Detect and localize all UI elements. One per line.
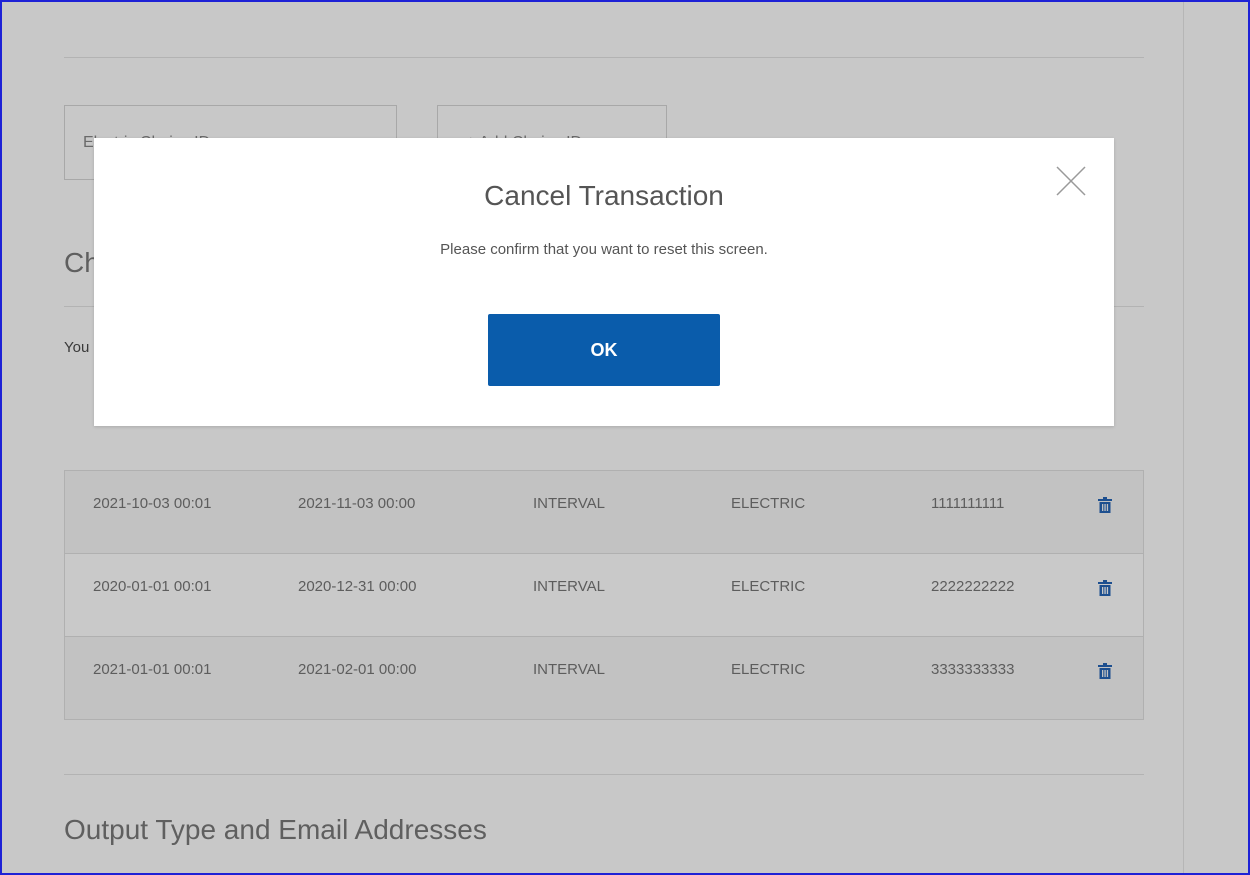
end-date-cell: 2020-12-31 00:00: [298, 578, 417, 595]
choice-ids-table: 2021-10-03 00:01 2021-11-03 00:00 INTERV…: [64, 470, 1144, 720]
choice-id-cell: 3333333333: [931, 661, 1015, 678]
choice-id-cell: 2222222222: [931, 578, 1015, 595]
output-section-title: Output Type and Email Addresses: [64, 814, 487, 845]
table-row: 2021-10-03 00:01 2021-11-03 00:00 INTERV…: [65, 471, 1143, 554]
end-date-cell: 2021-11-03 00:00: [298, 495, 416, 512]
section-note: You: [64, 339, 90, 356]
choice-id-cell: 1111111111: [931, 495, 1005, 512]
trash-icon[interactable]: [1098, 497, 1112, 513]
close-icon[interactable]: [1054, 164, 1088, 198]
read-type-cell: INTERVAL: [533, 661, 605, 678]
commodity-cell: ELECTRIC: [731, 661, 806, 678]
trash-icon[interactable]: [1098, 580, 1112, 596]
trash-icon[interactable]: [1098, 663, 1112, 679]
cancel-transaction-dialog: Cancel Transaction Please confirm that y…: [94, 138, 1114, 426]
dialog-title: Cancel Transaction: [484, 180, 724, 211]
start-date-cell: 2021-10-03 00:01: [93, 495, 212, 512]
start-date-cell: 2020-01-01 00:01: [93, 578, 212, 595]
commodity-cell: ELECTRIC: [731, 495, 806, 512]
dialog-message: Please confirm that you want to reset th…: [440, 241, 768, 258]
main-content: Electric Choice ID + Add Choice ID Ch Yo…: [12, 2, 1184, 873]
table-row: 2021-01-01 00:01 2021-02-01 00:00 INTERV…: [65, 637, 1143, 720]
end-date-cell: 2021-02-01 00:00: [298, 661, 417, 678]
table-row: 2020-01-01 00:01 2020-12-31 00:00 INTERV…: [65, 554, 1143, 637]
read-type-cell: INTERVAL: [533, 495, 605, 512]
divider-output: [64, 774, 1144, 775]
start-date-cell: 2021-01-01 00:01: [93, 661, 212, 678]
app-frame: Electric Choice ID + Add Choice ID Ch Yo…: [0, 0, 1250, 875]
ok-button[interactable]: OK: [488, 314, 720, 386]
read-type-cell: INTERVAL: [533, 578, 605, 595]
right-column-divider: [1183, 2, 1184, 873]
commodity-cell: ELECTRIC: [731, 578, 806, 595]
divider-top: [64, 57, 1144, 58]
